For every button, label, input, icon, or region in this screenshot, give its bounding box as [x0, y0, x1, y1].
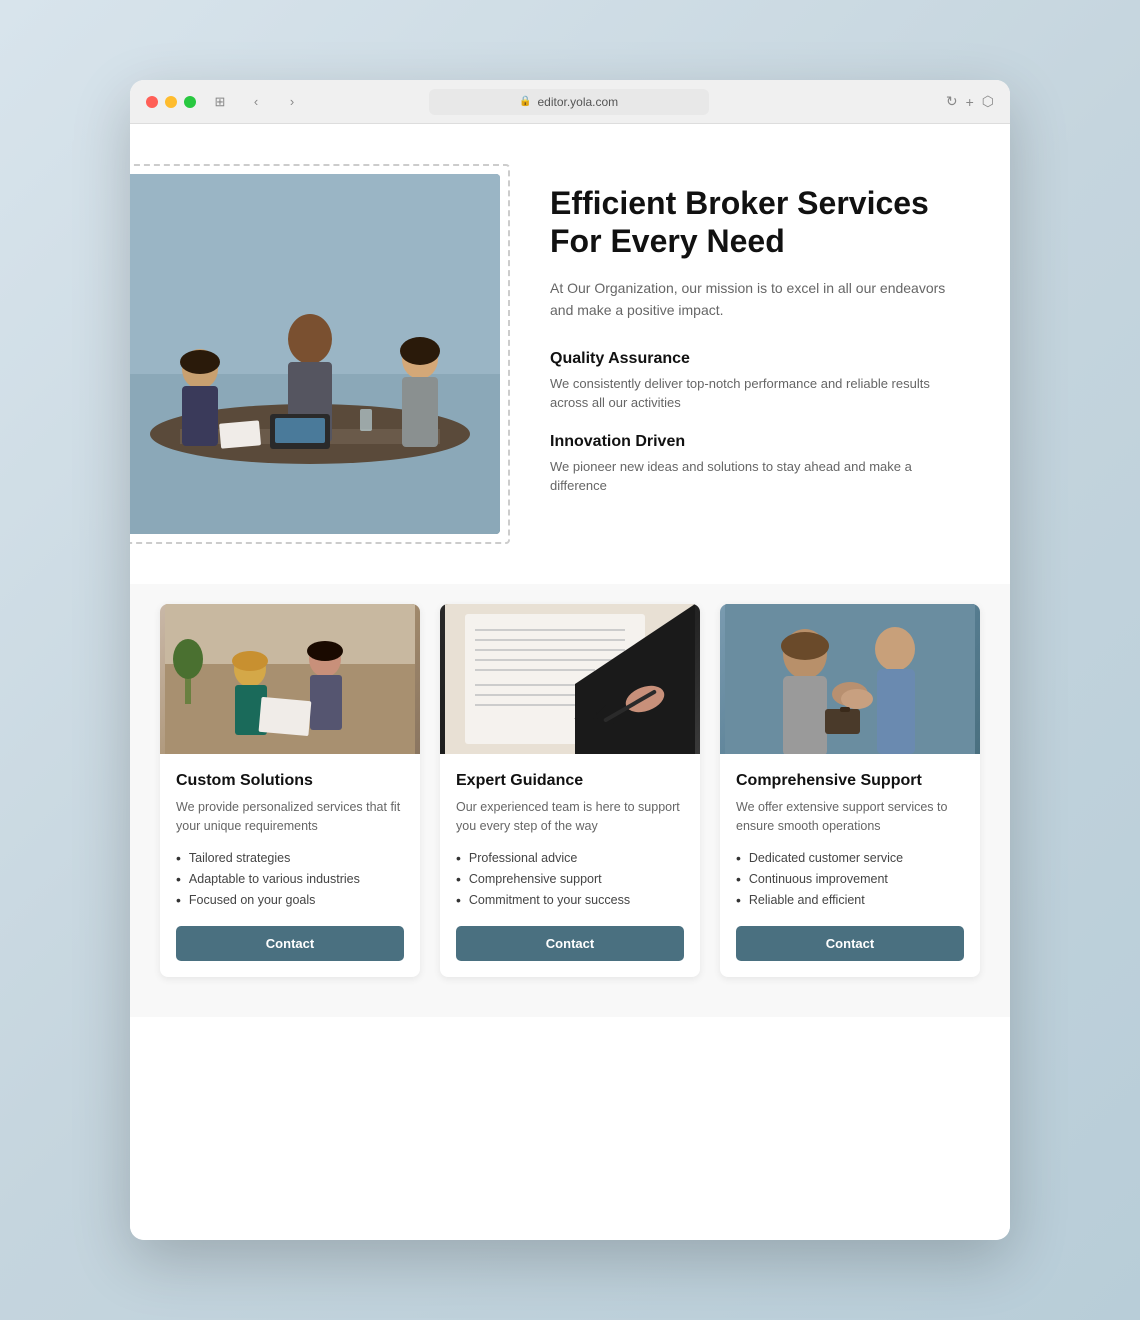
hero-feature-2: Innovation Driven We pioneer new ideas a… — [550, 433, 950, 496]
browser-toolbar: ⊞ ‹ › 🔒 editor.yola.com ↻ + ⬡ — [130, 80, 1010, 124]
card-2-contact-button[interactable]: Contact — [456, 926, 684, 961]
forward-button[interactable]: › — [280, 90, 304, 114]
card-1-list-item-3: Focused on your goals — [176, 892, 404, 908]
hero-feature-2-title: Innovation Driven — [550, 433, 950, 451]
card-3-title: Comprehensive Support — [736, 772, 964, 790]
hero-description: At Our Organization, our mission is to e… — [550, 277, 950, 322]
browser-content: Efficient Broker Services For Every Need… — [130, 124, 1010, 1240]
hero-title: Efficient Broker Services For Every Need — [550, 184, 950, 261]
hero-feature-1: Quality Assurance We consistently delive… — [550, 350, 950, 413]
card-3: Comprehensive Support We offer extensive… — [720, 604, 980, 977]
card-2-list-item-3: Commitment to your success — [456, 892, 684, 908]
card-3-list-item-3: Reliable and efficient — [736, 892, 964, 908]
hero-image-border — [130, 164, 510, 544]
lock-icon: 🔒 — [519, 96, 531, 107]
hero-image-wrapper — [130, 164, 510, 544]
hero-feature-1-desc: We consistently deliver top-notch perfor… — [550, 374, 950, 413]
card-3-list-item-1: Dedicated customer service — [736, 850, 964, 866]
toolbar-right: ↻ + ⬡ — [946, 93, 994, 110]
card-1-list-item-1: Tailored strategies — [176, 850, 404, 866]
card-1: Custom Solutions We provide personalized… — [160, 604, 420, 977]
hero-text: Efficient Broker Services For Every Need… — [550, 164, 950, 544]
url-text: editor.yola.com — [537, 95, 618, 109]
hero-section: Efficient Broker Services For Every Need… — [130, 124, 1010, 584]
card-2-list: Professional advice Comprehensive suppor… — [456, 850, 684, 908]
card-3-body: Comprehensive Support We offer extensive… — [720, 754, 980, 977]
cards-grid: Custom Solutions We provide personalized… — [160, 604, 980, 977]
card-1-list-item-2: Adaptable to various industries — [176, 871, 404, 887]
back-button[interactable]: ‹ — [244, 90, 268, 114]
card-3-desc: We offer extensive support services to e… — [736, 798, 964, 836]
card-2-desc: Our experienced team is here to support … — [456, 798, 684, 836]
browser-window: ⊞ ‹ › 🔒 editor.yola.com ↻ + ⬡ — [130, 80, 1010, 1240]
card-2-list-item-2: Comprehensive support — [456, 871, 684, 887]
hero-feature-1-title: Quality Assurance — [550, 350, 950, 368]
card-2-list-item-1: Professional advice — [456, 850, 684, 866]
card-1-body: Custom Solutions We provide personalized… — [160, 754, 420, 977]
tabs-icon[interactable]: ⊞ — [208, 90, 232, 114]
card-2-image — [440, 604, 700, 754]
card-2-body: Expert Guidance Our experienced team is … — [440, 754, 700, 977]
maximize-button[interactable] — [184, 96, 196, 108]
card-3-list: Dedicated customer service Continuous im… — [736, 850, 964, 908]
refresh-icon[interactable]: ↻ — [946, 93, 958, 110]
minimize-button[interactable] — [165, 96, 177, 108]
card-3-contact-button[interactable]: Contact — [736, 926, 964, 961]
card-3-image — [720, 604, 980, 754]
card-3-list-item-2: Continuous improvement — [736, 871, 964, 887]
card-1-title: Custom Solutions — [176, 772, 404, 790]
address-bar[interactable]: 🔒 editor.yola.com — [429, 89, 709, 115]
card-1-contact-button[interactable]: Contact — [176, 926, 404, 961]
cards-section: Custom Solutions We provide personalized… — [130, 584, 1010, 1017]
traffic-lights — [146, 96, 196, 108]
add-tab-icon[interactable]: + — [966, 94, 974, 110]
card-1-list: Tailored strategies Adaptable to various… — [176, 850, 404, 908]
hero-image — [130, 174, 500, 534]
card-2-title: Expert Guidance — [456, 772, 684, 790]
hero-feature-2-desc: We pioneer new ideas and solutions to st… — [550, 457, 950, 496]
card-1-image — [160, 604, 420, 754]
card-2: Expert Guidance Our experienced team is … — [440, 604, 700, 977]
share-icon[interactable]: ⬡ — [982, 93, 994, 110]
close-button[interactable] — [146, 96, 158, 108]
card-1-desc: We provide personalized services that fi… — [176, 798, 404, 836]
